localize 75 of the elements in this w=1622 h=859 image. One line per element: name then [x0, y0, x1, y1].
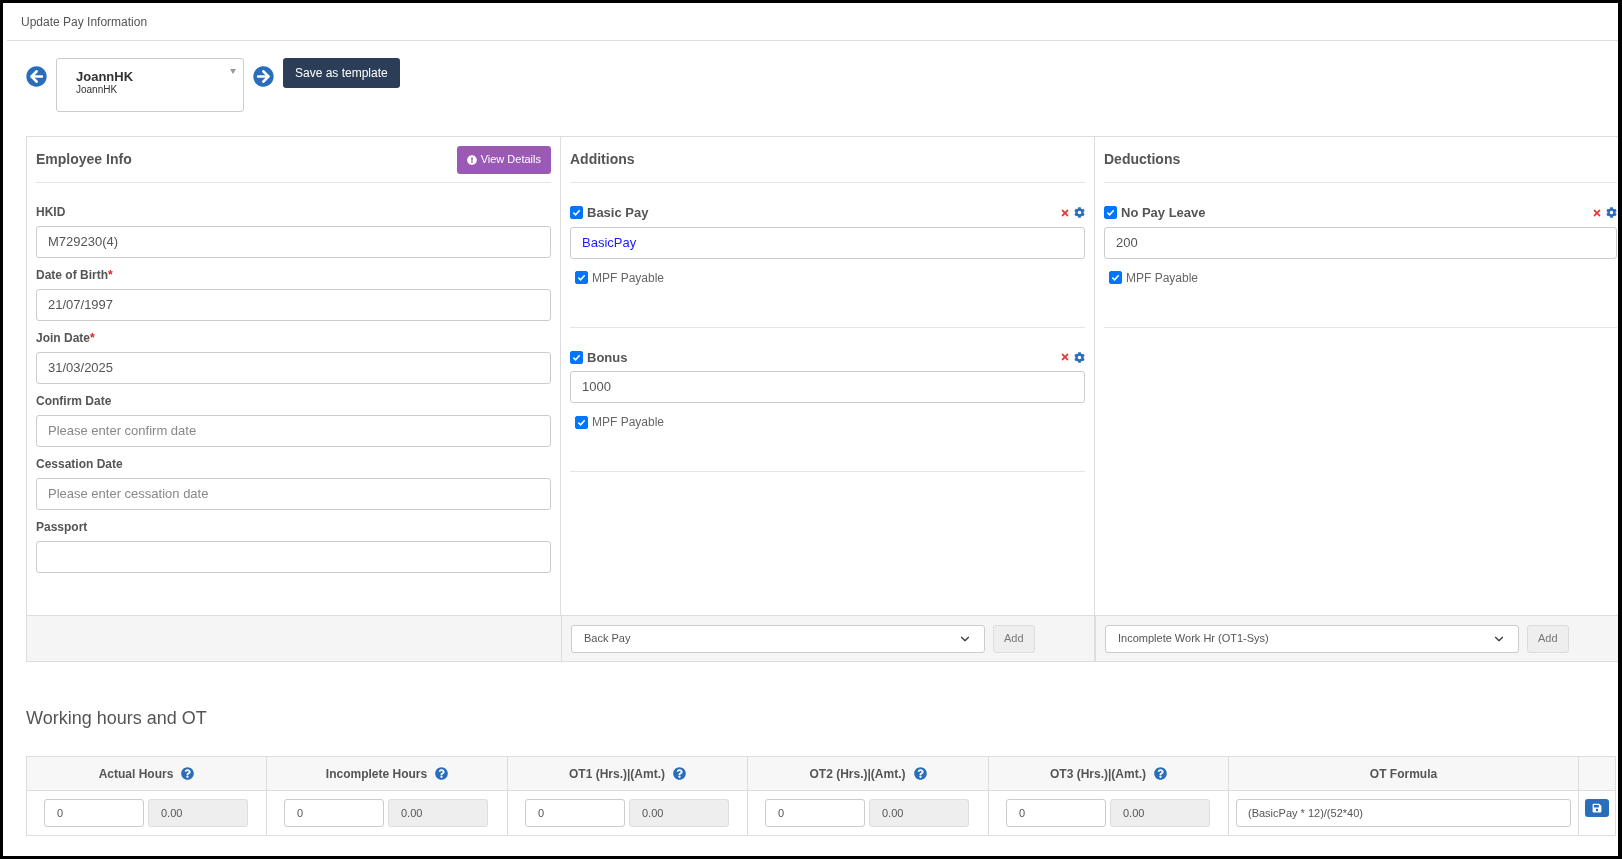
section-title: Working hours and OT: [26, 708, 207, 728]
field-label: Passport: [36, 519, 88, 536]
settings-icon[interactable]: [1074, 207, 1085, 219]
remove-icon[interactable]: [1060, 352, 1070, 363]
mpf-checkbox[interactable]: [1109, 271, 1122, 284]
item-select[interactable]: Incomplete Work Hr (OT1-Sys): [1105, 624, 1519, 653]
field-label: Cessation Date: [36, 456, 123, 473]
info-icon: [466, 154, 477, 165]
item-checkbox[interactable]: [1104, 206, 1117, 220]
column-header: OT3 (Hrs.)|(Amt.): [1050, 765, 1146, 783]
amount-field: 0.00: [869, 799, 969, 827]
amount-field[interactable]: 200: [1104, 226, 1617, 259]
field-label: Join Date: [36, 330, 90, 347]
hours-field[interactable]: 0: [765, 799, 865, 827]
text-field[interactable]: 21/07/1997: [36, 289, 551, 321]
field-label: HKID: [36, 204, 66, 221]
panel-title: Additions: [570, 150, 635, 169]
panel-title: Employee Info: [36, 150, 132, 169]
item-label: No Pay Leave: [1121, 204, 1206, 222]
amount-field: 0.00: [1110, 799, 1210, 827]
column-header: OT2 (Hrs.)|(Amt.): [809, 765, 906, 783]
help-icon[interactable]: [181, 767, 195, 780]
amount-field[interactable]: BasicPay: [570, 226, 1085, 259]
settings-icon[interactable]: [1606, 207, 1617, 219]
mpf-label: MPF Payable: [1126, 269, 1199, 287]
item-checkbox[interactable]: [570, 350, 583, 364]
hours-field[interactable]: 0: [1006, 799, 1106, 827]
add-button[interactable]: Add: [993, 624, 1035, 653]
remove-icon[interactable]: [1060, 207, 1070, 218]
formula-field[interactable]: (BasicPay * 12)/(52*40): [1236, 799, 1571, 827]
column-header: OT Formula: [1369, 765, 1438, 783]
text-field[interactable]: [36, 541, 551, 573]
column-header: Actual Hours: [98, 765, 174, 783]
settings-icon[interactable]: [1074, 351, 1085, 363]
amount-field: 0.00: [629, 799, 729, 827]
remove-icon[interactable]: [1592, 207, 1602, 218]
text-field[interactable]: Please enter confirm date: [36, 415, 551, 447]
mpf-checkbox[interactable]: [575, 271, 588, 284]
mpf-label: MPF Payable: [592, 269, 665, 287]
text-field[interactable]: Please enter cessation date: [36, 478, 551, 510]
mpf-checkbox[interactable]: [575, 415, 588, 429]
view-details-button[interactable]: View Details: [456, 145, 551, 174]
hours-field[interactable]: 0: [525, 799, 625, 827]
employee-select[interactable]: JoannHK JoannHK: [56, 58, 244, 112]
item-select[interactable]: Back Pay: [571, 624, 985, 653]
help-icon[interactable]: [435, 767, 449, 780]
required-mark: *: [108, 267, 113, 284]
add-button[interactable]: Add: [1527, 624, 1569, 653]
help-icon[interactable]: [1154, 767, 1167, 780]
column-header: Incomplete Hours: [325, 765, 428, 783]
mpf-label: MPF Payable: [592, 414, 665, 431]
amount-field: 0.00: [148, 799, 248, 827]
item-label: Basic Pay: [587, 204, 649, 222]
caret-icon: [230, 69, 236, 74]
next-arrow-icon[interactable]: [253, 66, 274, 87]
hours-field[interactable]: 0: [284, 799, 384, 827]
save-button[interactable]: [1585, 799, 1609, 817]
page-title: Update Pay Information: [21, 13, 148, 31]
item-label: Bonus: [587, 348, 628, 367]
text-field[interactable]: 31/03/2025: [36, 352, 551, 384]
field-label: Date of Birth: [36, 267, 108, 284]
amount-field[interactable]: 1000: [570, 371, 1085, 403]
panel-title: Deductions: [1104, 150, 1181, 169]
save-template-button[interactable]: Save as template: [283, 58, 400, 88]
required-mark: *: [90, 330, 95, 347]
help-icon[interactable]: [673, 767, 686, 780]
help-icon[interactable]: [913, 767, 927, 780]
hours-field[interactable]: 0: [44, 799, 144, 827]
amount-field: 0.00: [388, 799, 488, 827]
previous-arrow-icon[interactable]: [26, 66, 47, 87]
column-header: OT1 (Hrs.)|(Amt.): [569, 765, 665, 783]
text-field[interactable]: M729230(4): [36, 226, 551, 258]
field-label: Confirm Date: [36, 393, 112, 410]
item-checkbox[interactable]: [570, 206, 583, 220]
save-icon: [1592, 803, 1602, 813]
